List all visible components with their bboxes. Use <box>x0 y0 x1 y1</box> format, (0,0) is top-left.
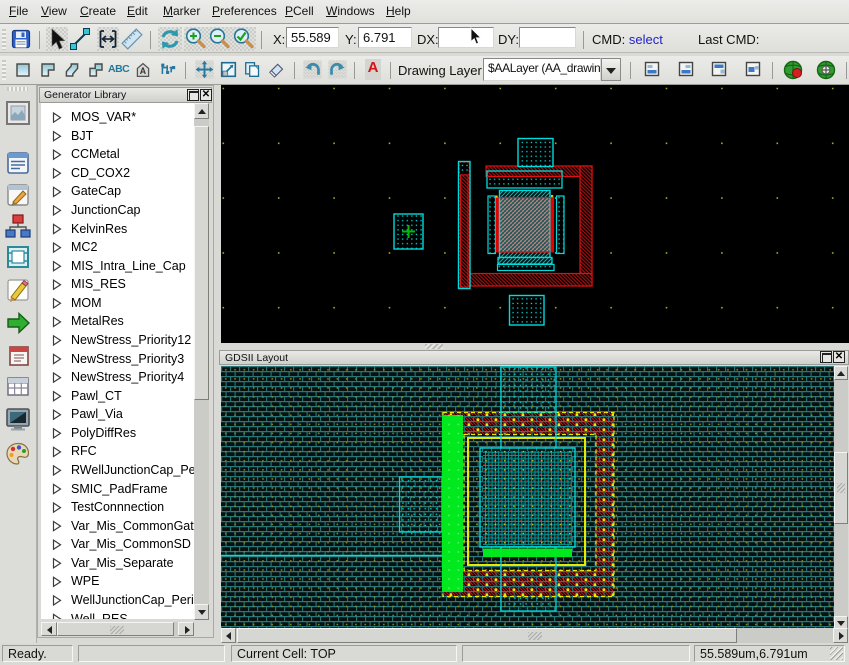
svg-text:A: A <box>140 66 147 76</box>
